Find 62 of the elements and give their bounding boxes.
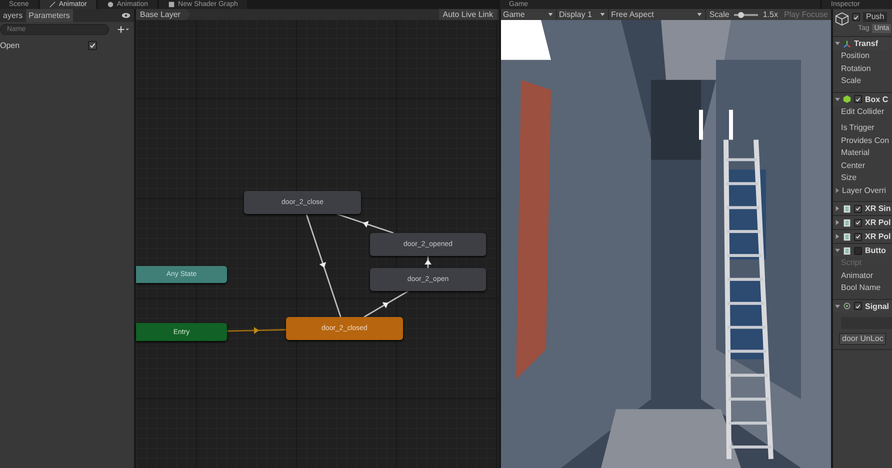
collapse-icon[interactable]	[835, 248, 840, 253]
component-checkbox[interactable]	[854, 302, 862, 310]
expand-icon[interactable]	[835, 206, 840, 211]
transition-arrow[interactable]	[226, 326, 286, 334]
value-field[interactable]: door UnLoc	[839, 332, 886, 344]
object-name-field[interactable]: Push	[863, 12, 888, 22]
component-title[interactable]: Transf	[854, 39, 878, 48]
panel-tab[interactable]: ayers	[0, 9, 26, 22]
scale-label: Scale	[708, 10, 730, 19]
component-checkbox[interactable]	[854, 204, 862, 212]
collapse-icon[interactable]	[835, 41, 840, 46]
caret-icon	[697, 13, 702, 16]
panel-tab[interactable]: Parameters	[26, 9, 73, 22]
script-icon	[843, 204, 851, 212]
property-label: Is Trigger	[841, 122, 874, 134]
box-collider-icon	[843, 95, 851, 103]
parameter-checkbox[interactable]	[88, 41, 97, 50]
signal-icon	[843, 302, 851, 310]
property-label: Scale	[841, 75, 862, 87]
script-icon	[843, 232, 851, 240]
scale-value: 1.5x	[762, 10, 779, 19]
component-title[interactable]: Butto	[865, 246, 886, 255]
active-checkbox[interactable]	[852, 13, 860, 21]
caret-icon	[548, 13, 554, 16]
expand-icon[interactable]	[835, 220, 840, 225]
component-title[interactable]: XR Pol	[865, 232, 891, 241]
layer-breadcrumb[interactable]: Base Layer	[136, 9, 190, 20]
component-checkbox[interactable]	[854, 246, 862, 254]
property-label: Rotation	[841, 62, 871, 74]
component-title[interactable]: Signal	[865, 302, 890, 310]
component-title[interactable]: XR Sin	[865, 204, 891, 213]
transform-axes-icon	[843, 40, 851, 48]
foldout-label[interactable]: Layer Overri	[842, 184, 886, 197]
collapse-icon[interactable]	[835, 304, 840, 308]
property-label: Center	[841, 160, 866, 172]
component-checkbox[interactable]	[854, 95, 862, 103]
cube-icon	[835, 12, 849, 26]
property-label: Animator	[841, 270, 874, 282]
expand-icon[interactable]	[835, 188, 840, 194]
component-checkbox[interactable]	[854, 218, 862, 226]
caret-icon	[600, 13, 606, 16]
property-label: Size	[841, 172, 857, 184]
auto-live-link-button[interactable]: Auto Live Link	[438, 9, 497, 20]
component-title[interactable]: XR Pol	[865, 218, 891, 227]
property-label: Position	[841, 50, 870, 62]
component-checkbox[interactable]	[854, 232, 862, 240]
collapse-icon[interactable]	[835, 96, 840, 102]
script-icon	[843, 218, 851, 226]
transition-arrow[interactable]	[364, 290, 409, 318]
eye-icon[interactable]	[121, 12, 131, 19]
add-parameter-icon[interactable]	[117, 25, 130, 34]
property-label: Material	[841, 147, 870, 159]
property-label: Edit Collider	[841, 106, 884, 118]
script-icon	[843, 246, 851, 254]
expand-icon[interactable]	[835, 234, 840, 239]
transition-arrow[interactable]	[306, 214, 342, 318]
parameter-name[interactable]: Open	[0, 41, 20, 50]
property-label: Bool Name	[841, 282, 881, 294]
transition-arrow[interactable]	[424, 256, 432, 268]
property-label: Provides Con	[841, 134, 890, 146]
transition-arrow[interactable]	[336, 213, 394, 234]
component-title[interactable]: Box C	[865, 94, 888, 104]
